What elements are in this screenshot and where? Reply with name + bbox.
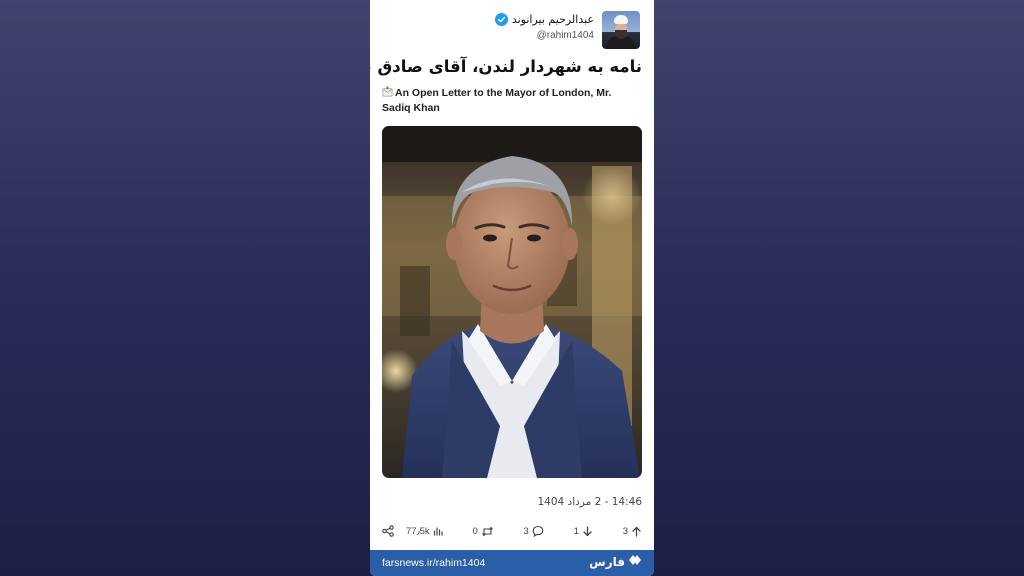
repost-icon <box>481 526 494 537</box>
post-card: عبدالرحیم بیرانوند @rahim1404 نامه به شه… <box>370 0 654 576</box>
views-bar-chart-icon <box>433 526 443 536</box>
upvote-count: 3 <box>622 525 628 537</box>
post-image[interactable] <box>382 126 642 478</box>
footer-bar: farsnews.ir/rahim1404 فارس <box>370 550 654 576</box>
envelope-icon <box>382 86 393 97</box>
downvote-count: 1 <box>573 525 579 537</box>
footer-url[interactable]: farsnews.ir/rahim1404 <box>382 557 485 569</box>
repost-count: 0 <box>472 525 478 537</box>
post-timestamp: 14:46 - 2 مرداد 1404 <box>537 496 642 508</box>
post-header: عبدالرحیم بیرانوند @rahim1404 <box>384 11 640 51</box>
views-count: 77٫5k <box>406 525 430 537</box>
post-title-persian: نامه به شهردار لندن، آقای صادق خان <box>370 57 642 76</box>
upvote-action[interactable]: 3 <box>623 526 642 537</box>
author-handle[interactable]: @rahim1404 <box>537 30 594 41</box>
author-avatar[interactable] <box>602 11 640 49</box>
post-title-english: An Open Letter to the Mayor of London, M… <box>382 87 612 114</box>
post-title-english-row: An Open Letter to the Mayor of London, M… <box>382 86 640 116</box>
brand-logo[interactable]: فارس <box>589 554 642 569</box>
post-actions-bar: 77٫5k 0 3 1 3 <box>382 522 642 540</box>
views-action[interactable]: 77٫5k <box>382 525 443 537</box>
downvote-action[interactable]: 1 <box>574 526 593 537</box>
author-display-name[interactable]: عبدالرحیم بیرانوند <box>512 13 594 26</box>
verified-badge-icon <box>494 13 508 26</box>
share-icon[interactable] <box>382 525 394 537</box>
comment-count: 3 <box>523 525 529 537</box>
brand-name: فارس <box>589 554 625 569</box>
comment-action[interactable]: 3 <box>524 525 544 537</box>
repost-action[interactable]: 0 <box>472 526 493 537</box>
brand-mark-icon <box>628 554 642 569</box>
comment-icon <box>532 525 544 537</box>
arrow-up-icon <box>631 526 642 537</box>
arrow-down-icon <box>582 525 593 537</box>
author-name-row: عبدالرحیم بیرانوند <box>494 13 594 26</box>
